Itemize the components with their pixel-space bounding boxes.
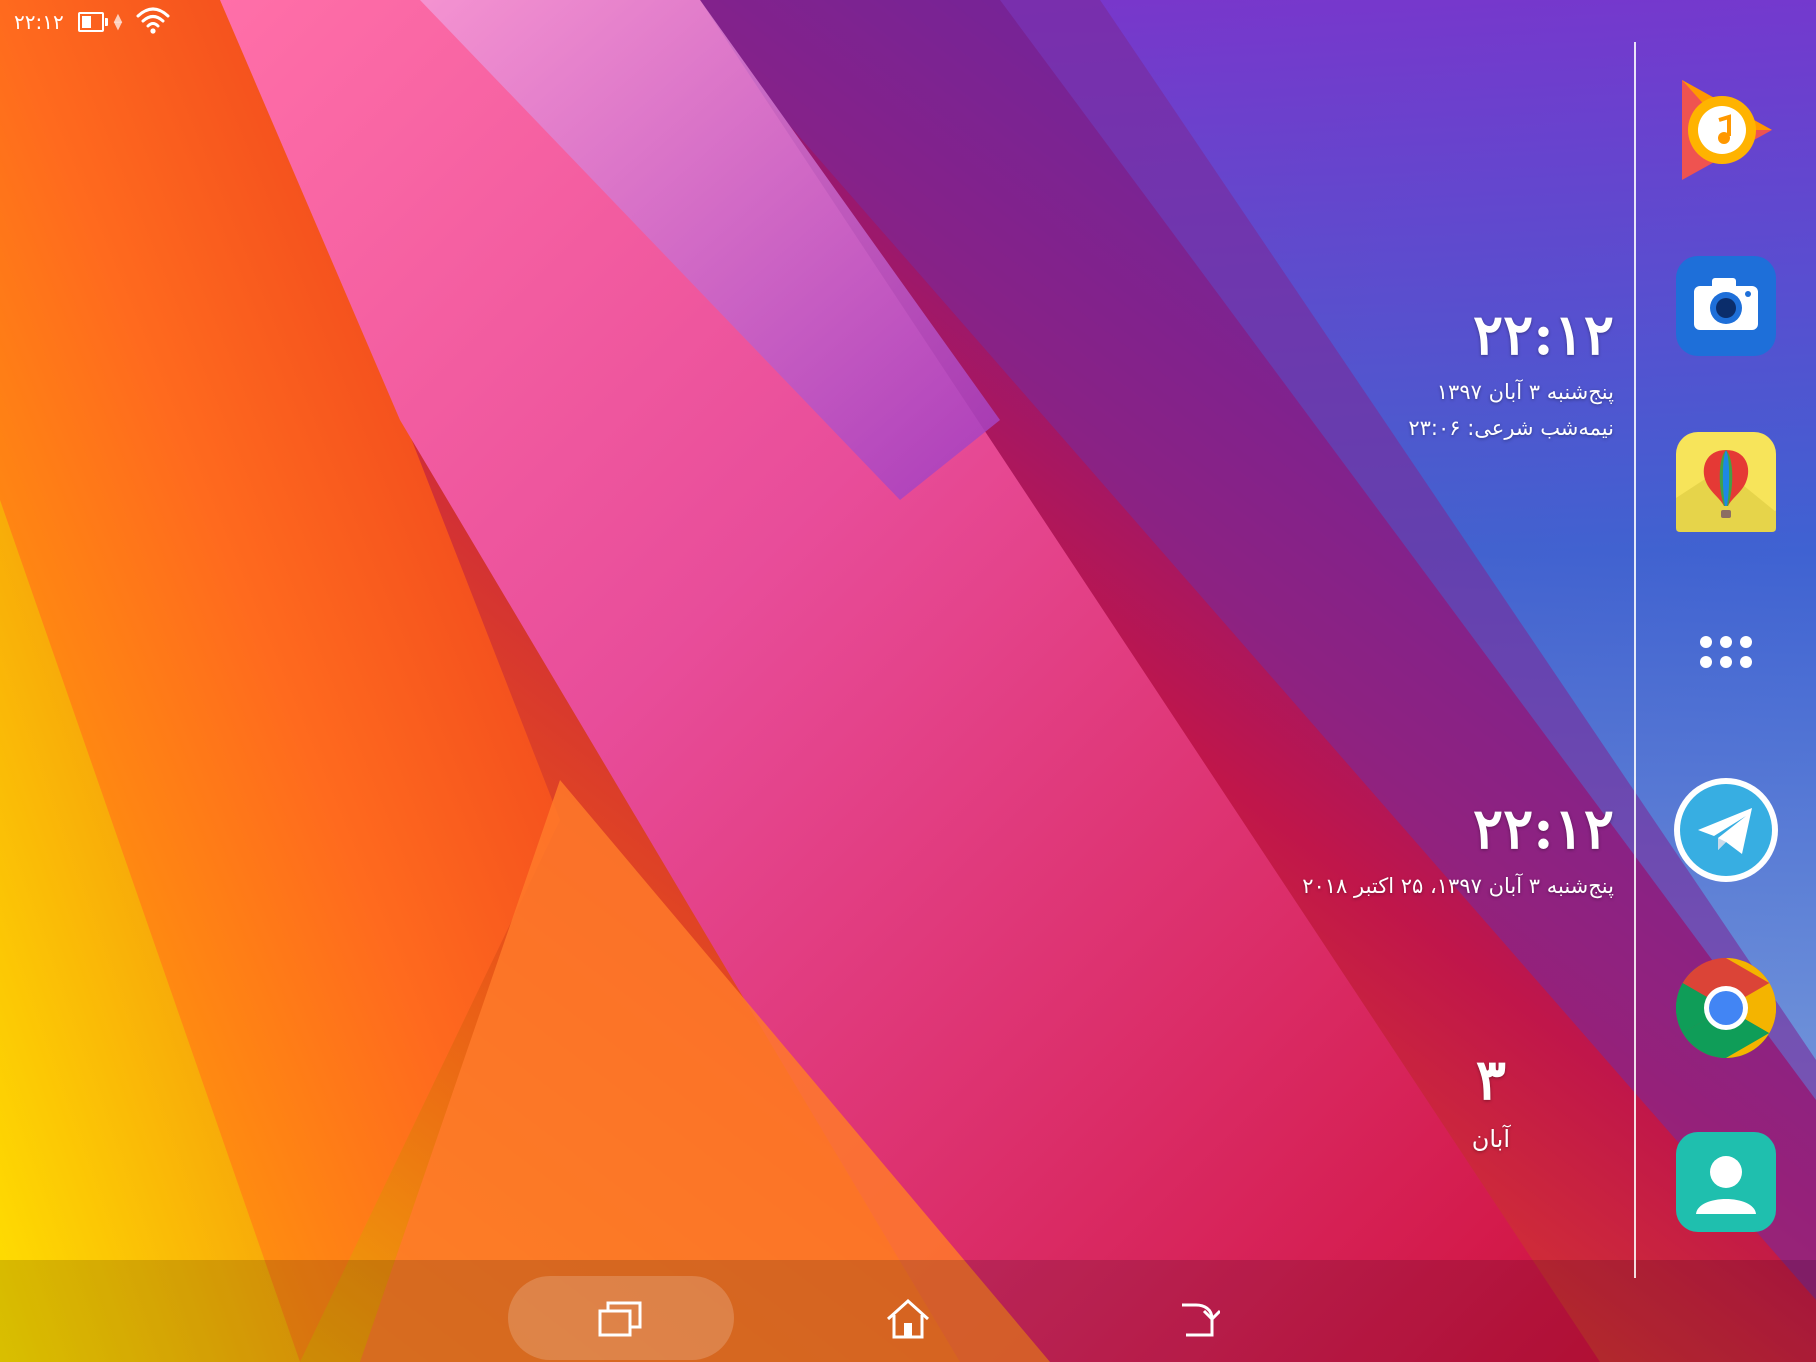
play-music-icon[interactable] <box>1672 76 1780 184</box>
clock-widget-2[interactable]: ۲۲:۱۲ پنج‌شنبه ۳ آبان ۱۳۹۷، ۲۵ اکتبر ۲۰۱… <box>1302 790 1614 904</box>
clock-date: پنج‌شنبه ۳ آبان ۱۳۹۷، ۲۵ اکتبر ۲۰۱۸ <box>1302 874 1614 898</box>
dock-divider <box>1634 42 1636 1278</box>
chrome-icon[interactable] <box>1672 954 1780 1062</box>
contacts-icon[interactable] <box>1672 1128 1780 1236</box>
status-time: ۲۲:۱۲ <box>14 10 64 34</box>
hot-air-balloon-app-icon[interactable] <box>1672 428 1780 536</box>
calendar-day: ۳ <box>1475 1047 1506 1113</box>
status-bar: ۲۲:۱۲ ▲ ▼ <box>0 0 314 44</box>
clock-date: پنج‌شنبه ۳ آبان ۱۳۹۷ <box>1436 380 1614 404</box>
wallpaper <box>0 0 1816 1362</box>
clock-time: ۲۲:۱۲ <box>1473 796 1614 862</box>
camera-icon[interactable] <box>1672 252 1780 360</box>
wifi-icon <box>136 6 170 38</box>
back-icon[interactable] <box>1146 1286 1246 1352</box>
telegram-icon[interactable] <box>1672 776 1780 884</box>
navigation-bar <box>0 1272 1816 1362</box>
clock-midnight: نیمه‌شب شرعی: ۲۳:۰۶ <box>1408 416 1614 440</box>
home-icon[interactable] <box>858 1286 958 1352</box>
clock-widget-1[interactable]: ۲۲:۱۲ پنج‌شنبه ۳ آبان ۱۳۹۷ نیمه‌شب شرعی:… <box>1408 296 1614 446</box>
calendar-month: آبان <box>1471 1125 1510 1153</box>
calendar-widget[interactable]: ۳ آبان <box>1472 1038 1510 1156</box>
app-drawer-icon[interactable] <box>1672 604 1780 712</box>
clock-time: ۲۲:۱۲ <box>1473 302 1614 368</box>
battery-icon <box>77 12 108 32</box>
recent-apps-icon[interactable] <box>570 1286 670 1352</box>
data-activity-icon: ▲ ▼ <box>113 11 123 32</box>
